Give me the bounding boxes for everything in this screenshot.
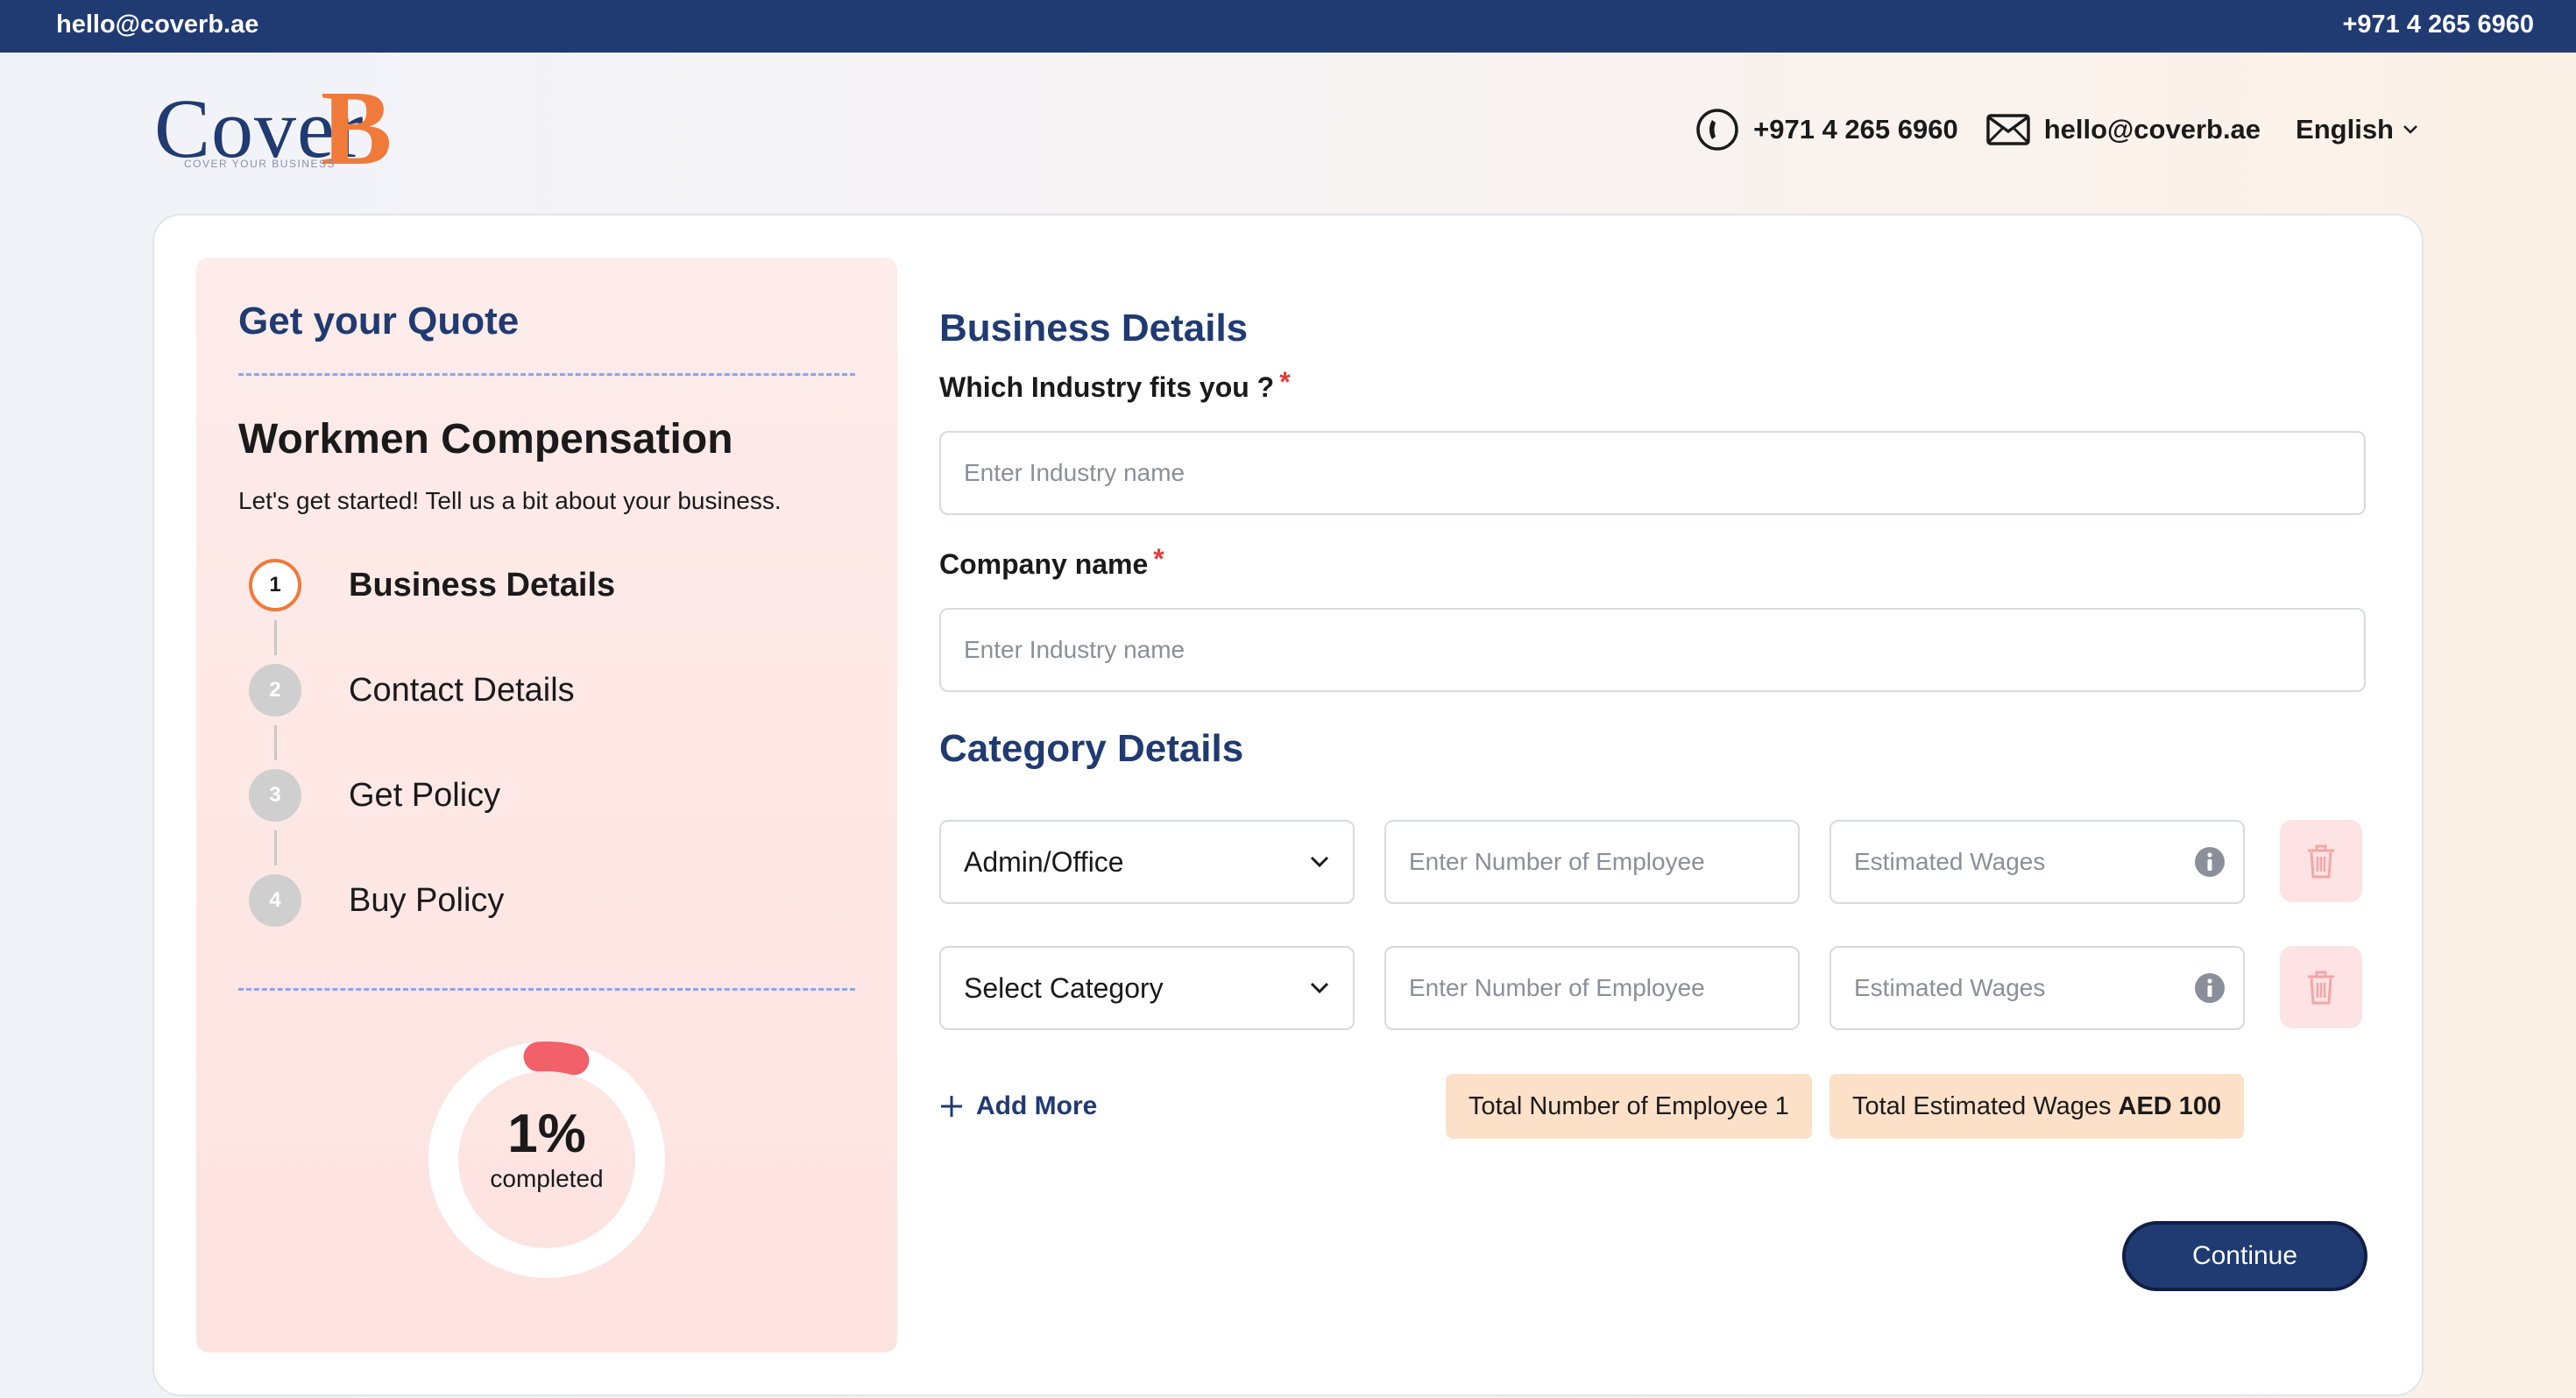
delete-row-button[interactable] xyxy=(2280,946,2362,1028)
trash-icon xyxy=(2308,844,2334,879)
product-subtitle: Let's get started! Tell us a bit about y… xyxy=(238,487,782,514)
step-label: Buy Policy xyxy=(349,881,505,919)
progress-label: completed xyxy=(490,1165,604,1192)
business-form: Business Details Which Industry fits you… xyxy=(939,215,2385,1354)
employee-count-input[interactable] xyxy=(1384,946,1800,1030)
step-business-details[interactable]: 1 Business Details xyxy=(249,559,862,611)
employee-count-input[interactable] xyxy=(1384,820,1800,904)
category-select-value: Select Category xyxy=(964,971,1164,1004)
continue-button[interactable]: Continue xyxy=(2122,1221,2367,1291)
sidebar-heading: Get your Quote xyxy=(238,300,520,342)
plus-icon xyxy=(941,1096,962,1117)
header-email-link[interactable]: hello@coverb.ae xyxy=(1985,114,2261,145)
step-number: 1 xyxy=(249,559,301,611)
category-row: Select Category xyxy=(939,946,2385,1030)
quote-sidebar: Get your Quote Workmen Compensation Let'… xyxy=(196,258,897,1352)
estimated-wages-input[interactable] xyxy=(1829,946,2245,1030)
phone-icon xyxy=(1696,109,1738,151)
total-employees-label: Total Number of Employee xyxy=(1468,1091,1768,1120)
add-more-label: Add More xyxy=(976,1091,1098,1120)
step-label: Business Details xyxy=(349,566,616,604)
top-bar-email[interactable]: hello@coverb.ae xyxy=(56,11,258,39)
category-row: Admin/Office xyxy=(939,820,2385,904)
step-get-policy[interactable]: 3 Get Policy xyxy=(249,769,862,822)
total-wages-label: Total Estimated Wages xyxy=(1852,1091,2112,1120)
required-mark: * xyxy=(1279,366,1291,398)
progress-arc xyxy=(523,1041,590,1076)
header-phone-link[interactable]: +971 4 265 6960 xyxy=(1695,108,1958,152)
header-contacts: +971 4 265 6960 hello@coverb.ae English xyxy=(1695,107,2418,152)
company-label-text: Company name xyxy=(939,548,1149,580)
total-wages-value: AED 100 xyxy=(2118,1091,2222,1120)
industry-label: Which Industry fits you ? * xyxy=(939,366,1291,404)
info-icon[interactable] xyxy=(2194,972,2226,1004)
sidebar-divider-bottom xyxy=(238,988,855,991)
logo[interactable]: Cover B COVER YOUR BUSINESS xyxy=(154,75,417,182)
step-connector xyxy=(274,830,277,865)
step-label: Contact Details xyxy=(349,671,575,709)
add-more-button[interactable]: Add More xyxy=(939,1091,1097,1121)
chevron-down-icon xyxy=(2403,125,2417,134)
step-contact-details[interactable]: 2 Contact Details xyxy=(249,664,862,717)
progress-percent: 1% xyxy=(507,1104,586,1164)
category-details-heading: Category Details xyxy=(939,727,1244,770)
header-phone-text: +971 4 265 6960 xyxy=(1753,114,1958,145)
required-mark: * xyxy=(1153,543,1164,575)
industry-input[interactable] xyxy=(939,431,2366,515)
sidebar-divider-top xyxy=(238,373,855,376)
company-input[interactable] xyxy=(939,608,2366,692)
estimated-wages-input[interactable] xyxy=(1829,820,2245,904)
top-bar: hello@coverb.ae +971 4 265 6960 xyxy=(0,0,2576,53)
company-label: Company name * xyxy=(939,543,1164,581)
chevron-down-icon xyxy=(1310,856,1329,868)
business-details-heading: Business Details xyxy=(939,307,1249,350)
total-wages-badge: Total Estimated Wages AED 100 xyxy=(1829,1074,2245,1139)
language-selector[interactable]: English xyxy=(2296,114,2418,145)
step-number: 3 xyxy=(249,769,301,822)
step-number: 4 xyxy=(249,874,301,927)
header-email-text: hello@coverb.ae xyxy=(2043,114,2261,145)
info-icon[interactable] xyxy=(2194,846,2226,878)
progress-ring: 1% completed xyxy=(415,1028,678,1291)
language-label: English xyxy=(2296,114,2394,145)
quote-card: Get your Quote Workmen Compensation Let'… xyxy=(152,214,2424,1396)
trash-icon xyxy=(2308,971,2334,1005)
delete-row-button[interactable] xyxy=(2280,820,2362,902)
total-employees-badge: Total Number of Employee 1 xyxy=(1446,1074,1812,1139)
step-label: Get Policy xyxy=(349,776,501,814)
top-bar-phone[interactable]: +971 4 265 6960 xyxy=(2342,11,2534,39)
step-connector xyxy=(274,725,277,760)
category-select-value: Admin/Office xyxy=(964,845,1124,878)
chevron-down-icon xyxy=(1310,982,1329,994)
category-select[interactable]: Select Category xyxy=(939,946,1355,1030)
category-select[interactable]: Admin/Office xyxy=(939,820,1355,904)
envelope-icon xyxy=(1985,114,2030,145)
step-buy-policy[interactable]: 4 Buy Policy xyxy=(249,874,862,927)
step-number: 2 xyxy=(249,664,301,717)
step-connector xyxy=(274,620,277,655)
product-title: Workmen Compensation xyxy=(238,416,733,462)
industry-label-text: Which Industry fits you ? xyxy=(939,371,1275,403)
logo-tagline: COVER YOUR BUSINESS xyxy=(184,158,336,170)
total-employees-value: 1 xyxy=(1774,1091,1789,1120)
